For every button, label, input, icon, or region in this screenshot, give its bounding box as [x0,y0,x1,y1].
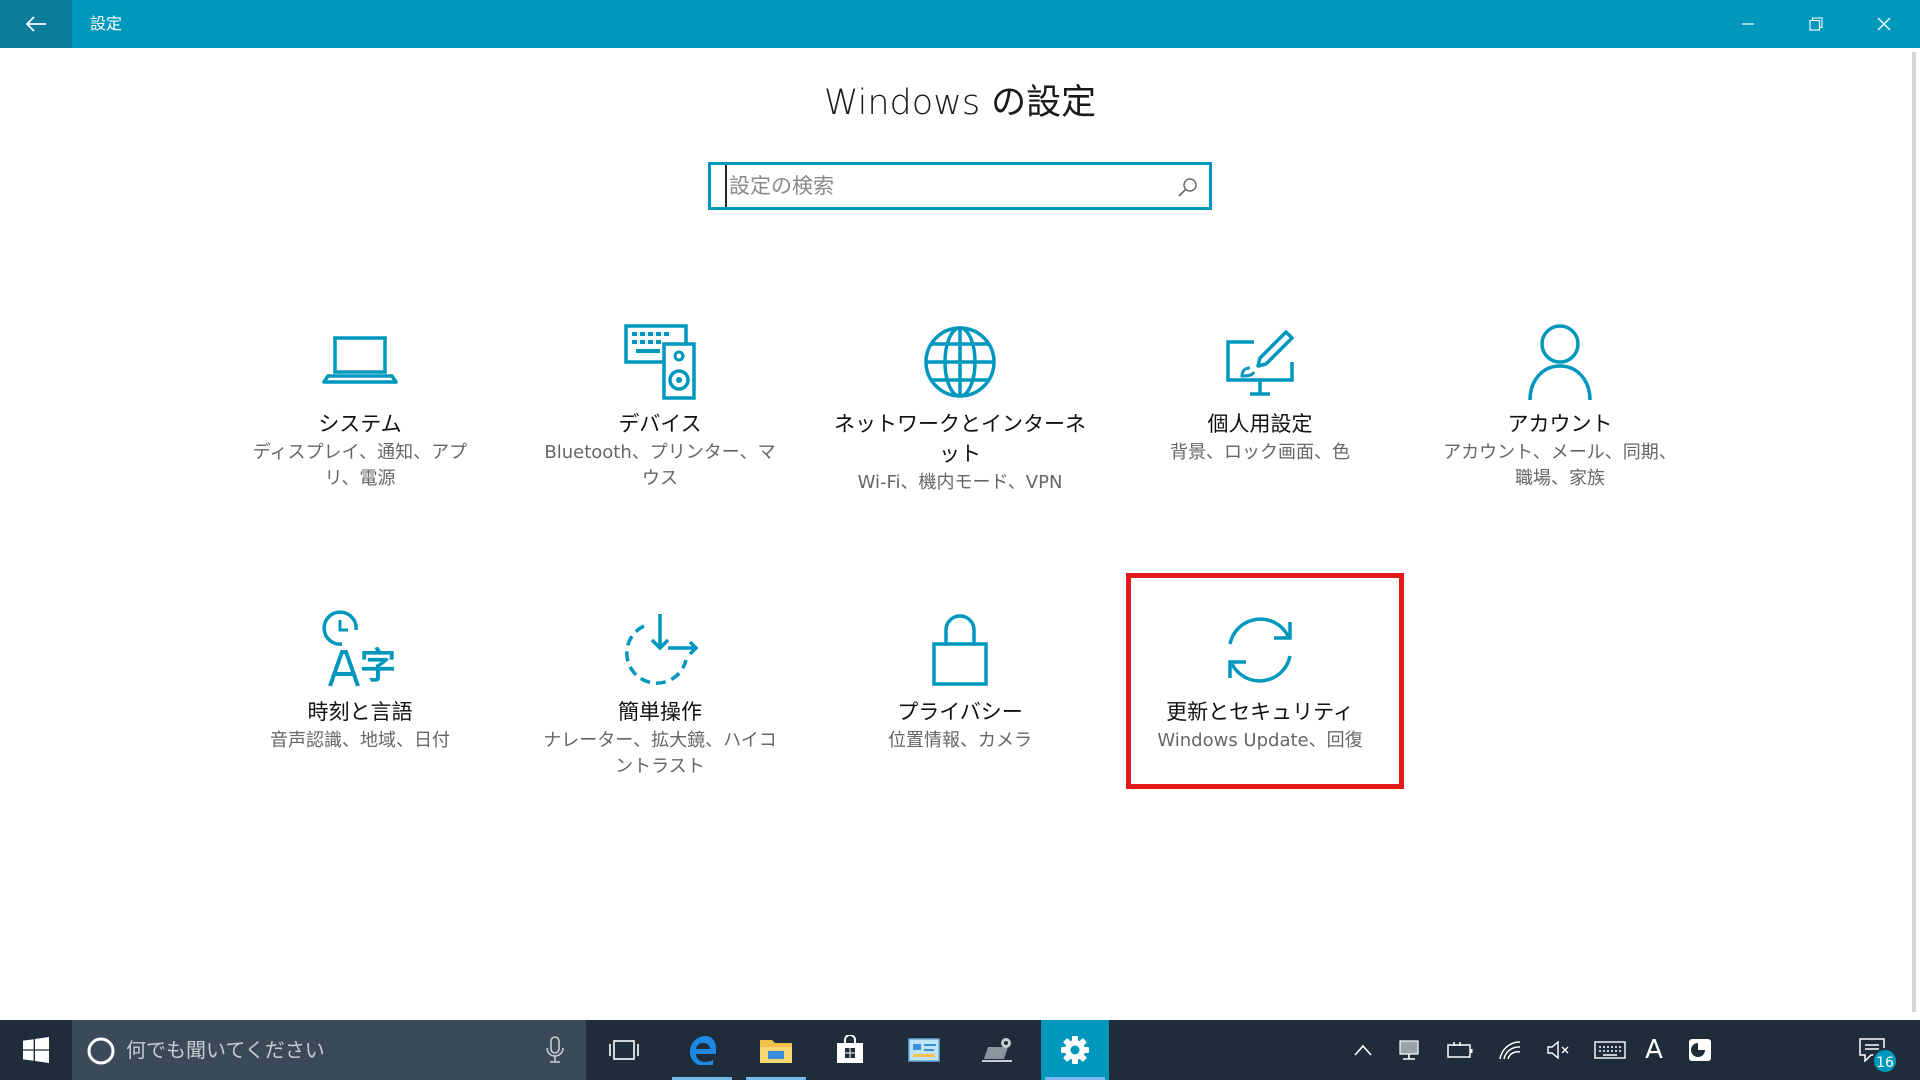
tile-description: 音声認識、地域、日付 [270,730,450,751]
control-panel-icon [908,1038,940,1062]
close-icon [1877,17,1891,31]
action-center-button[interactable]: 16 [1852,1020,1898,1080]
taskbar-store[interactable] [816,1020,884,1080]
volume-muted-icon [1547,1040,1569,1060]
tile-title: ネットワークとインターネット [834,412,1086,466]
sync-icon [1228,617,1292,683]
restore-icon [1809,17,1823,31]
tile-title: デバイス [618,412,702,436]
close-button[interactable] [1850,0,1918,48]
start-button[interactable] [0,1020,72,1080]
lock-icon [932,614,988,686]
show-hidden-icons-button[interactable] [1348,1020,1378,1080]
tile-system[interactable]: システム ディスプレイ、通知、アプリ、電源 [230,322,490,492]
tile-description: 位置情報、カメラ [888,730,1032,751]
taskbar-search[interactable]: 何でも聞いてください [72,1020,586,1080]
search-icon[interactable] [1177,176,1199,198]
wifi-icon [1499,1041,1521,1060]
folder-icon [760,1040,792,1063]
tile-privacy[interactable]: プライバシー 位置情報、カメラ [830,610,1090,754]
scrollbar[interactable] [1912,52,1916,1012]
windows-logo-icon [23,1037,49,1063]
taskbar-edge[interactable] [668,1020,736,1080]
microphone-icon[interactable] [546,1036,564,1064]
back-arrow-icon [25,16,46,32]
tile-description: Wi-Fi、機内モード、VPN [857,472,1063,493]
restore-button[interactable] [1782,0,1850,48]
tile-description: ディスプレイ、通知、アプリ、電源 [252,442,468,489]
minimize-button[interactable] [1714,0,1782,48]
tile-ease-of-access[interactable]: 簡単操作 ナレーター、拡大鏡、ハイコントラスト [530,610,790,780]
settings-search-box[interactable] [708,162,1212,210]
taskbar-file-explorer[interactable] [742,1020,810,1080]
tile-title: プライバシー [897,700,1023,724]
taskbar-control-panel[interactable] [890,1020,958,1080]
notification-count-badge: 16 [1872,1048,1898,1074]
laptop-gear-icon [982,1038,1012,1062]
tray-display-icon-button[interactable] [1390,1020,1428,1080]
taskbar-search-placeholder: 何でも聞いてください [126,1038,325,1062]
tile-network[interactable]: ネットワークとインターネット Wi-Fi、機内モード、VPN [830,322,1090,496]
person-icon [1528,324,1592,401]
taskbar-system-tool[interactable] [964,1020,1032,1080]
back-button[interactable] [0,0,72,48]
battery-charging-icon [1447,1042,1473,1058]
tray-volume-button[interactable] [1538,1020,1578,1080]
tile-title: 時刻と言語 [307,700,413,724]
tile-personalization[interactable]: 個人用設定 背景、ロック画面、色 [1130,322,1390,466]
tile-time-language[interactable]: 字 時刻と言語 音声認識、地域、日付 [230,610,490,754]
devices-icon [624,324,696,400]
taskbar-settings[interactable] [1041,1020,1109,1080]
display-icon [1399,1040,1419,1060]
tile-title: アカウント [1507,412,1613,436]
tile-accounts[interactable]: アカウント アカウント、メール、同期、職場、家族 [1430,322,1690,492]
tile-description: Windows Update、回復 [1157,730,1363,751]
store-icon [837,1035,863,1063]
laptop-icon [322,336,398,384]
taskbar: 何でも聞いてください A 16 [0,1020,1920,1080]
ime-indicator[interactable]: A [1640,1020,1668,1080]
tile-title: 更新とセキュリティ [1166,700,1354,724]
title-bar: 設定 [0,0,1920,48]
tile-title: 個人用設定 [1207,412,1313,436]
tile-description: ナレーター、拡大鏡、ハイコントラスト [543,730,777,777]
tile-description: アカウント、メール、同期、職場、家族 [1443,442,1677,489]
tile-title: システム [318,412,402,436]
tile-update-security[interactable]: 更新とセキュリティ Windows Update、回復 [1130,610,1390,754]
page-title: Windows の設定 [823,83,1097,123]
search-input[interactable] [725,165,1165,207]
tray-battery-button[interactable] [1440,1020,1480,1080]
time-language-icon: 字 [322,610,396,687]
edge-icon [690,1036,716,1065]
tile-devices[interactable]: デバイス Bluetooth、プリンター、マウス [530,322,790,492]
gear-icon [1061,1036,1089,1064]
touch-keyboard-button[interactable] [1588,1020,1632,1080]
window-title: 設定 [90,14,123,33]
svg-text:字: 字 [360,646,396,687]
ease-of-access-icon [625,614,699,685]
app-tray-icon [1689,1039,1711,1061]
cortana-icon [87,1037,115,1065]
minimize-icon [1742,23,1754,25]
personalization-icon [1226,330,1294,396]
chevron-up-icon [1354,1044,1372,1056]
task-view-icon [609,1040,639,1060]
tray-network-button[interactable] [1490,1020,1530,1080]
tray-app-button[interactable] [1682,1020,1718,1080]
tile-description: Bluetooth、プリンター、マウス [544,442,776,489]
tile-description: 背景、ロック画面、色 [1170,442,1350,463]
keyboard-icon [1594,1041,1626,1059]
globe-icon [924,326,996,398]
task-view-button[interactable] [590,1020,658,1080]
tile-title: 簡単操作 [618,700,702,724]
